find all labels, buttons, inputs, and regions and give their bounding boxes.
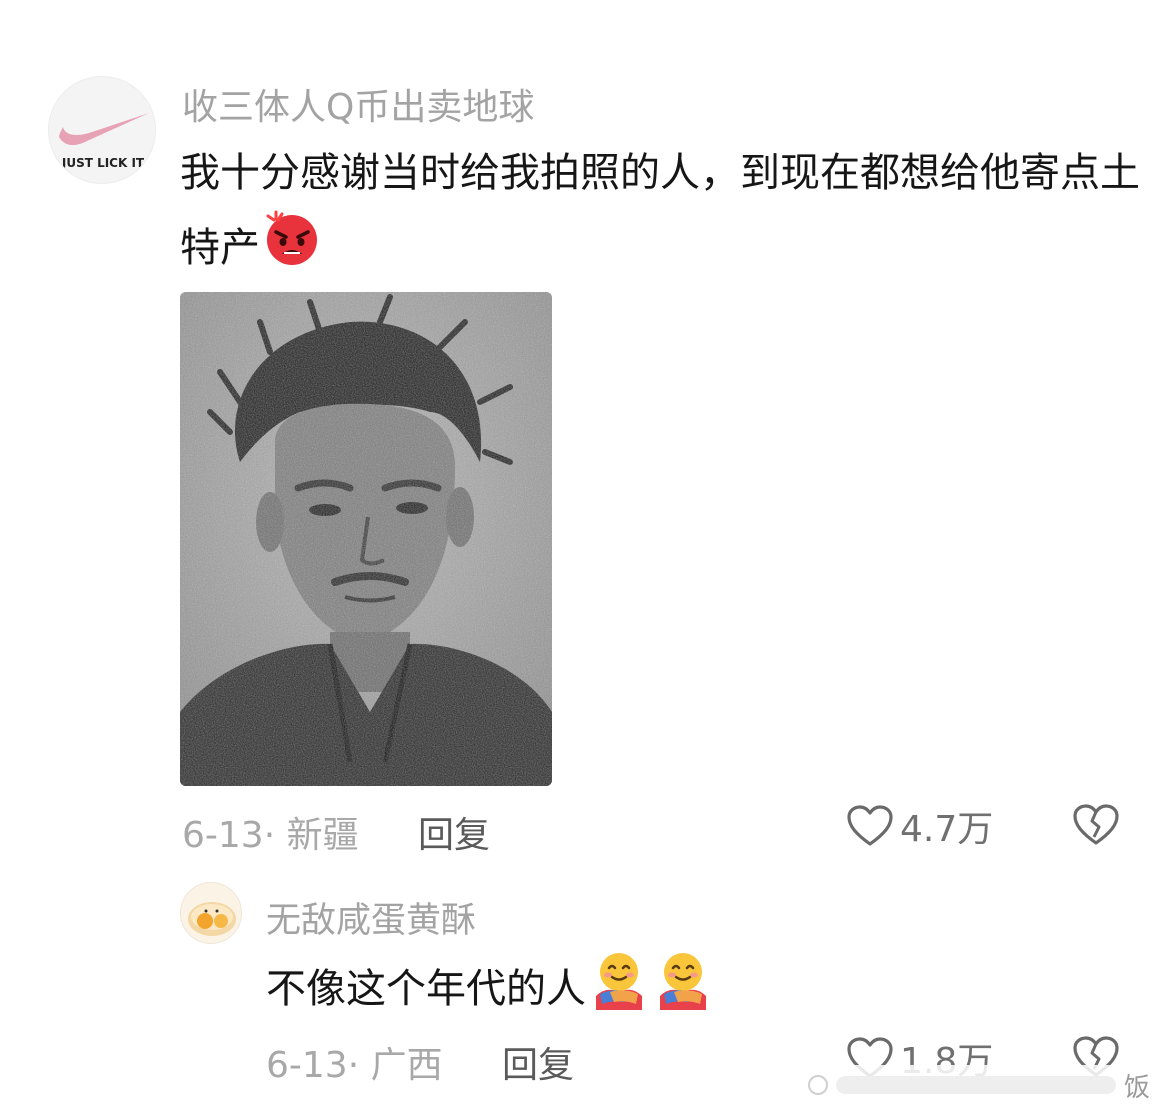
watermark-bar — [835, 1076, 1116, 1094]
watermark: 饭 — [799, 1065, 1158, 1105]
username[interactable]: 无敌咸蛋黄酥 — [266, 892, 476, 943]
heart-icon — [847, 805, 893, 846]
date-location: 6-13· 新疆 — [182, 815, 359, 856]
dislike-button[interactable] — [1072, 803, 1120, 851]
comment-text: 不像这个年代的人 — [266, 948, 1126, 1034]
username[interactable]: 收三体人Q币出卖地球 — [182, 78, 534, 130]
hugging-face-emoji — [588, 948, 650, 1034]
date-location: 6-13· 广西 — [266, 1045, 443, 1086]
broken-heart-icon — [1073, 804, 1119, 845]
comment-body: 不像这个年代的人 — [266, 966, 586, 1012]
avatar[interactable] — [180, 882, 242, 944]
comment-body: 我十分感谢当时给我拍照的人，到现在都想给他寄点土特产 — [180, 150, 1140, 271]
watermark-logo-icon — [807, 1075, 828, 1095]
egg-yolk-pastry-avatar — [188, 902, 236, 936]
reply-button[interactable]: 回复 — [418, 806, 490, 858]
like-button[interactable]: 4.7万 — [846, 800, 993, 852]
attached-photo[interactable] — [180, 292, 552, 786]
avatar[interactable]: JUST LICK IT — [48, 76, 156, 184]
watermark-text: 饭 — [1123, 1072, 1150, 1103]
svg-text:JUST LICK IT: JUST LICK IT — [61, 156, 145, 170]
like-count: 4.7万 — [900, 809, 994, 850]
just-lick-it-logo: JUST LICK IT — [59, 113, 149, 170]
portrait-photo-image — [180, 292, 552, 786]
comment-text: 我十分感谢当时给我拍照的人，到现在都想给他寄点土特产 — [180, 136, 1140, 290]
angry-face-emoji — [262, 210, 322, 290]
hugging-face-emoji — [652, 948, 714, 1034]
reply-button[interactable]: 回复 — [502, 1036, 574, 1088]
